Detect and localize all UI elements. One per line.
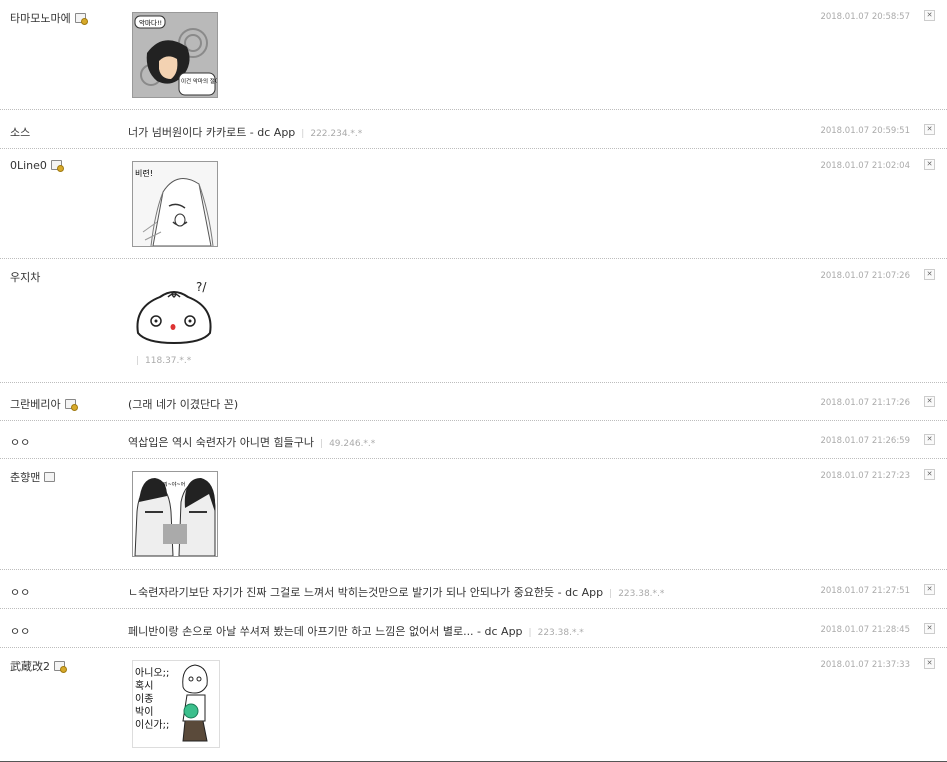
comment-row: 소스 너가 넘버원이다 카카로트 - dc App222.234.*.* 201…	[0, 110, 947, 149]
speech-text: 비련!	[135, 168, 153, 178]
comment-nickname[interactable]: 우지차	[10, 269, 40, 285]
close-icon[interactable]: ✕	[924, 124, 935, 135]
comment-timestamp: 2018.01.07 21:07:26	[820, 271, 910, 281]
comment-text: 역삽입은 역시 숙련자가 아니면 힘들구나49.246.*.*	[128, 434, 375, 450]
question-mark: ?/	[196, 280, 207, 294]
doodle-sticker[interactable]: 아니오;; 혹시 이종 박이 이신가;;	[132, 660, 220, 748]
comment-row: 타마모노마에 악마다!! 이건 악마의 절이야!! 2018.01.07 20:…	[0, 0, 947, 110]
close-icon[interactable]: ✕	[924, 658, 935, 669]
comment-timestamp: 2018.01.07 20:59:51	[820, 126, 910, 136]
comment-nickname[interactable]: ㅇㅇ	[10, 434, 30, 450]
comment-timestamp: 2018.01.07 21:17:26	[820, 398, 910, 408]
speech-bubble-2: 이건 악마의 절이야!!	[181, 77, 217, 85]
comment-timestamp: 2018.01.07 21:37:33	[820, 660, 910, 670]
dumpling-sticker[interactable]: ?/	[132, 277, 222, 349]
comment-timestamp: 2018.01.07 21:26:59	[820, 436, 910, 446]
comment-timestamp: 2018.01.07 21:28:45	[820, 625, 910, 635]
gallog-icon[interactable]	[50, 160, 64, 172]
comment-row: ㅇㅇ ㄴ숙련자라기보단 자기가 진짜 그걸로 느껴서 박히는것만으로 발기가 되…	[0, 570, 947, 609]
close-icon[interactable]: ✕	[924, 269, 935, 280]
comment-text: ㄴ숙련자라기보단 자기가 진짜 그걸로 느껴서 박히는것만으로 발기가 되나 안…	[128, 584, 664, 600]
close-icon[interactable]: ✕	[924, 623, 935, 634]
comic-image[interactable]: 악마다!! 이건 악마의 절이야!!	[132, 12, 218, 98]
comment-row: 춘향맨 뭐~야~어 2018.01.07 21:27:23 ✕	[0, 459, 947, 570]
comment-nickname[interactable]: 소스	[10, 124, 30, 140]
speech-bubble-1: 악마다!!	[139, 18, 162, 27]
gallog-icon[interactable]	[64, 399, 78, 411]
comment-nickname[interactable]: 타마모노마에	[10, 10, 88, 26]
comment-row: ㅇㅇ 페니반이랑 손으로 아날 쑤셔져 봤는데 아프기만 하고 느낌은 없어서 …	[0, 609, 947, 648]
comment-text: 너가 넘버원이다 카카로트 - dc App222.234.*.*	[128, 124, 362, 140]
comment-timestamp: 2018.01.07 20:58:57	[820, 12, 910, 22]
comic-image[interactable]: 뭐~야~어	[132, 471, 218, 557]
comment-row: 武蔵改2 아니오;; 혹시 이종 박이 이신가;; 2018.01.07 21:…	[0, 648, 947, 762]
ip-address: 223.38.*.*	[609, 589, 664, 599]
comment-nickname[interactable]: 武蔵改2	[10, 658, 67, 674]
close-icon[interactable]: ✕	[924, 434, 935, 445]
comment-list: 타마모노마에 악마다!! 이건 악마의 절이야!! 2018.01.07 20:…	[0, 0, 947, 762]
comment-row: 0Line0 비련! 2018.01.07 21:02:04 ✕	[0, 149, 947, 259]
comment-text: (그래 네가 이겼단다 꼰)	[128, 398, 239, 411]
speech-text: 뭐~야~어	[163, 481, 185, 488]
comment-row: ㅇㅇ 역삽입은 역시 숙련자가 아니면 힘들구나49.246.*.* 2018.…	[0, 421, 947, 459]
comment-timestamp: 2018.01.07 21:27:23	[820, 471, 910, 481]
ip-address: 118.37.*.*	[136, 356, 191, 366]
comment-nickname[interactable]: ㅇㅇ	[10, 623, 30, 639]
gallog-icon[interactable]	[74, 13, 88, 25]
gallog-icon[interactable]	[54, 661, 67, 673]
ip-address: 222.234.*.*	[301, 129, 362, 139]
close-icon[interactable]: ✕	[924, 159, 935, 170]
comment-nickname[interactable]: 그란베리아	[10, 396, 78, 412]
ip-address: 223.38.*.*	[529, 628, 584, 638]
comment-timestamp: 2018.01.07 21:27:51	[820, 586, 910, 596]
gallog-icon[interactable]	[44, 472, 56, 482]
comment-nickname[interactable]: 0Line0	[10, 159, 64, 172]
comment-text: 페니반이랑 손으로 아날 쑤셔져 봤는데 아프기만 하고 느낌은 없어서 별로.…	[128, 623, 584, 639]
comment-nickname[interactable]: ㅇㅇ	[10, 584, 30, 600]
close-icon[interactable]: ✕	[924, 584, 935, 595]
close-icon[interactable]: ✕	[924, 469, 935, 480]
comment-nickname[interactable]: 춘향맨	[10, 469, 56, 485]
comic-image[interactable]: 비련!	[132, 161, 218, 247]
close-icon[interactable]: ✕	[924, 10, 935, 21]
close-icon[interactable]: ✕	[924, 396, 935, 407]
comment-timestamp: 2018.01.07 21:02:04	[820, 161, 910, 171]
comment-row: 그란베리아 (그래 네가 이겼단다 꼰) 2018.01.07 21:17:26…	[0, 383, 947, 421]
ip-address: 49.246.*.*	[320, 439, 375, 449]
comment-row: 우지차 ?/ 118.37.*.* 2018.01.07 21:07:26 ✕	[0, 259, 947, 383]
